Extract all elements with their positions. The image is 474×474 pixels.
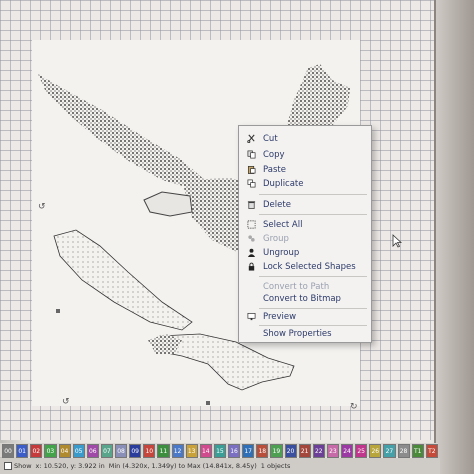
status-bar: Show x: 10.520, y: 3.922 in Min (4.320x,… (0, 458, 440, 474)
color-swatch[interactable]: 02 (30, 444, 43, 458)
ungroup-icon (243, 248, 259, 257)
color-swatch[interactable]: 17 (242, 444, 255, 458)
color-swatch[interactable]: 20 (284, 444, 297, 458)
color-swatch[interactable]: 18 (256, 444, 269, 458)
cut-icon (243, 134, 259, 143)
color-swatch[interactable]: 24 (341, 444, 354, 458)
menu-item-paste[interactable]: Paste (239, 163, 371, 176)
screen: ↺ ↺ ↻ Cut Copy Paste Duplicate Delete Se… (0, 0, 474, 474)
rotate-handle-icon[interactable]: ↺ (62, 398, 71, 407)
color-swatch[interactable]: 12 (171, 444, 184, 458)
menu-item-group[interactable]: Group (239, 232, 371, 245)
select-all-icon (243, 220, 259, 229)
color-swatch[interactable]: 11 (157, 444, 170, 458)
upper-eagle-head (143, 191, 193, 217)
color-swatch[interactable]: 28 (397, 444, 410, 458)
right-panel (434, 0, 474, 474)
color-swatch[interactable]: T2 (425, 444, 438, 458)
color-swatch[interactable]: 22 (312, 444, 325, 458)
delete-icon (243, 200, 259, 209)
menu-item-show-properties[interactable]: Show Properties (239, 327, 371, 340)
menu-separator (259, 308, 367, 309)
design-canvas[interactable]: ↺ ↺ ↻ Cut Copy Paste Duplicate Delete Se… (0, 0, 436, 440)
menu-item-duplicate[interactable]: Duplicate (239, 177, 371, 190)
color-swatch[interactable]: 15 (213, 444, 226, 458)
menu-item-delete[interactable]: Delete (239, 198, 371, 211)
lock-icon (243, 262, 259, 271)
menu-item-cut[interactable]: Cut (239, 132, 371, 145)
color-swatch[interactable]: 21 (298, 444, 311, 458)
group-icon (243, 234, 259, 243)
color-swatch[interactable]: 06 (86, 444, 99, 458)
color-swatch[interactable]: 26 (369, 444, 382, 458)
menu-item-preview[interactable]: Preview (239, 310, 371, 323)
mouse-cursor-icon (392, 234, 402, 248)
menu-separator (259, 325, 367, 326)
checkbox-icon (4, 462, 12, 470)
color-swatch[interactable]: 10 (143, 444, 156, 458)
color-swatch[interactable]: 00 (2, 444, 15, 458)
preview-icon (243, 312, 259, 321)
color-swatch[interactable]: 23 (326, 444, 339, 458)
menu-item-copy[interactable]: Copy (239, 148, 371, 161)
color-swatch[interactable]: 16 (228, 444, 241, 458)
rotate-handle-icon[interactable]: ↺ (38, 203, 47, 212)
color-palette: 00 01 02 03 04 05 06 07 08 09 10 11 12 13 14 15 16 17 18 19… (0, 443, 438, 458)
color-swatch[interactable]: 08 (115, 444, 128, 458)
menu-separator (259, 194, 367, 195)
selection-bounds: Min (4.320x, 1.349y) to Max (14.841x, 8.… (108, 462, 257, 470)
menu-item-lock[interactable]: Lock Selected Shapes (239, 260, 371, 273)
color-swatch[interactable]: 14 (199, 444, 212, 458)
cursor-coordinates: x: 10.520, y: 3.922 in (35, 462, 105, 470)
duplicate-icon (243, 179, 259, 188)
color-swatch[interactable]: 25 (355, 444, 368, 458)
menu-separator (259, 214, 367, 215)
copy-icon (243, 150, 259, 159)
color-swatch[interactable]: 07 (100, 444, 113, 458)
color-swatch[interactable]: 05 (72, 444, 85, 458)
menu-item-ungroup[interactable]: Ungroup (239, 246, 371, 259)
color-swatch[interactable]: 19 (270, 444, 283, 458)
color-swatch[interactable]: 01 (16, 444, 29, 458)
menu-item-select-all[interactable]: Select All (239, 218, 371, 231)
color-swatch[interactable]: 13 (185, 444, 198, 458)
show-toggle[interactable]: Show (4, 462, 32, 470)
color-swatch[interactable]: 27 (383, 444, 396, 458)
paste-icon (243, 165, 259, 174)
selection-handle[interactable] (206, 401, 210, 405)
upper-eagle-left-wing (38, 74, 207, 190)
color-swatch[interactable]: 09 (129, 444, 142, 458)
rotate-handle-icon[interactable]: ↻ (350, 403, 359, 412)
menu-item-convert-to-bitmap[interactable]: Convert to Bitmap (239, 292, 371, 305)
color-swatch[interactable]: 03 (44, 444, 57, 458)
color-swatch[interactable]: T1 (411, 444, 424, 458)
selection-handle[interactable] (56, 309, 60, 313)
lower-eagle-wing (53, 229, 193, 331)
object-count: 1 objects (260, 462, 291, 470)
menu-separator (259, 276, 367, 277)
color-swatch[interactable]: 04 (58, 444, 71, 458)
context-menu: Cut Copy Paste Duplicate Delete Select A… (238, 125, 372, 343)
